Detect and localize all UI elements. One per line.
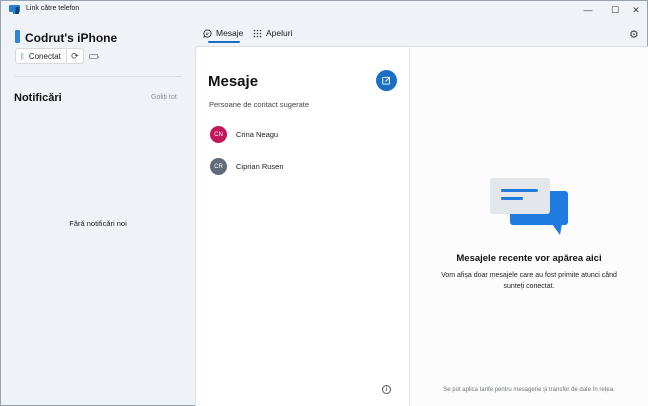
tab-calls[interactable]: Apeluri	[253, 28, 292, 38]
chat-bubble-icon	[203, 28, 212, 38]
battery-icon	[88, 53, 100, 59]
connection-status-button[interactable]: ᛒ Conectat	[15, 48, 67, 64]
messages-heading: Mesaje	[208, 73, 259, 90]
selected-tab-indicator	[208, 41, 240, 43]
connection-status-label: Conectat	[28, 51, 61, 61]
info-icon[interactable]: i	[382, 385, 391, 394]
bluetooth-icon: ᛒ	[20, 51, 25, 61]
clear-all-button[interactable]: Goliți tot	[151, 94, 177, 101]
tab-messages-label: Mesaje	[216, 28, 244, 38]
tab-bar: Mesaje Apeluri	[195, 19, 648, 47]
device-name[interactable]: Codrut's iPhone	[25, 31, 117, 45]
connection-status-group: ᛒ Conectat ⟳	[15, 48, 100, 64]
contact-item[interactable]: CN Crina Neagu	[210, 126, 278, 143]
app-window: Link către telefon — ☐ ✕ Codrut's iPhone…	[0, 0, 648, 406]
contact-name: Ciprian Rusen	[236, 162, 284, 171]
no-notifications-text: Fără notificări noi	[69, 219, 127, 228]
suggested-contacts-label: Persoane de contact sugerate	[209, 100, 310, 109]
tab-messages[interactable]: Mesaje	[203, 28, 243, 38]
messages-pane: Mesaje Persoane de contact sugerate CN C…	[195, 46, 410, 406]
sidebar: Codrut's iPhone ᛒ Conectat ⟳ Notificări …	[1, 19, 195, 406]
empty-state-title: Mesajele recente vor apărea aici	[456, 253, 602, 264]
sidebar-divider	[15, 76, 181, 77]
sync-button[interactable]: ⟳	[66, 48, 84, 64]
phone-icon	[15, 30, 20, 43]
close-button[interactable]: ✕	[623, 3, 648, 17]
contact-item[interactable]: CR Ciprian Rusen	[210, 158, 284, 175]
tab-calls-label: Apeluri	[266, 28, 293, 38]
minimize-button[interactable]: —	[575, 3, 601, 17]
chat-bubbles-illustration	[490, 178, 568, 235]
window-title: Link către telefon	[26, 5, 80, 12]
settings-gear-icon[interactable]: ⚙	[629, 28, 639, 41]
notifications-title: Notificări	[14, 92, 62, 104]
phone-link-app-icon	[9, 5, 20, 14]
title-bar: Link către telefon — ☐ ✕	[1, 1, 647, 19]
avatar: CR	[210, 158, 227, 175]
empty-state-description: Vom afișa doar mesajele care au fost pri…	[441, 272, 617, 290]
avatar: CN	[210, 126, 227, 143]
conversation-pane: Mesajele recente vor apărea aici Vom afi…	[410, 46, 648, 406]
dialpad-icon	[253, 29, 262, 37]
new-message-button[interactable]	[376, 70, 397, 91]
contact-name: Crina Neagu	[236, 130, 279, 139]
compose-icon	[382, 76, 391, 85]
carrier-rates-footnote: Se pot aplica tarife pentru mesagerie și…	[443, 387, 615, 393]
sync-icon: ⟳	[71, 50, 79, 61]
